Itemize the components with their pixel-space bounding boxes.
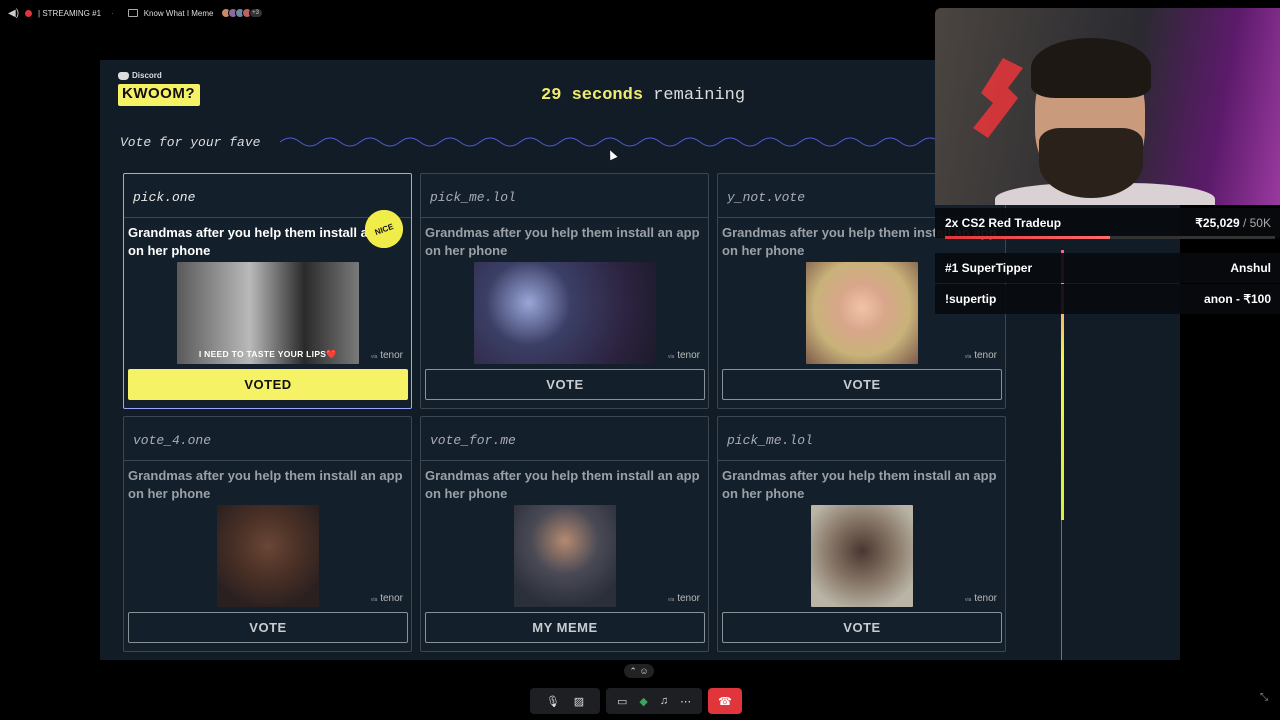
tenor-attribution: via tenor — [668, 593, 700, 604]
game-logo: KWOOM? — [118, 84, 200, 106]
voted-button[interactable]: VOTED — [128, 369, 408, 400]
tenor-attribution: via tenor — [965, 350, 997, 361]
my-meme-button[interactable]: MY MEME — [425, 612, 705, 643]
vote-heading: Vote for your fave — [120, 135, 261, 150]
brand: Discord KWOOM? — [118, 71, 200, 106]
tenor-via: via — [371, 354, 378, 360]
supertip-value: anon - ₹100 — [1204, 292, 1271, 306]
meme-card[interactable]: pick_me.lol Grandmas after you help them… — [420, 173, 709, 409]
participants-toggle[interactable]: ⌃ ☺ — [624, 664, 654, 678]
top-tipper-label: #1 SuperTipper — [945, 261, 1033, 275]
vote-button[interactable]: VOTE — [425, 369, 705, 400]
card-username: vote_4.one — [133, 433, 212, 448]
tenor-via: via — [965, 354, 972, 360]
overlay-accent-line — [1061, 520, 1062, 660]
streamer-hair — [1031, 38, 1151, 98]
meme-card[interactable]: pick_me.lol Grandmas after you help them… — [717, 416, 1006, 652]
timer-remaining: remaining — [653, 86, 746, 105]
countdown-timer: 29 seconds remaining — [541, 86, 745, 105]
tenor-via: via — [965, 597, 972, 603]
tenor-label: tenor — [677, 593, 700, 604]
streamer-beard — [1039, 128, 1143, 198]
volume-icon[interactable]: ◀) — [8, 8, 19, 19]
activity-icon — [127, 9, 138, 17]
goal-progress-fill — [945, 236, 1110, 239]
more-icon[interactable]: ⋯ — [680, 695, 691, 708]
tenor-via: via — [668, 354, 675, 360]
goal-target: / 50K — [1242, 216, 1271, 230]
fullscreen-icon[interactable]: ⤡ — [1260, 692, 1268, 703]
tenor-attribution: via tenor — [371, 593, 403, 604]
meme-gif — [217, 505, 319, 607]
participant-avatars[interactable]: +3 — [220, 8, 263, 18]
streaming-label: | STREAMING #1 — [38, 8, 102, 18]
share-controls: ▭ ◆ ♫ ⋯ — [606, 688, 702, 714]
card-username: pick_me.lol — [727, 433, 813, 448]
activities-icon[interactable]: ◆ — [639, 695, 647, 708]
tenor-label: tenor — [974, 593, 997, 604]
platform-name: Discord — [132, 71, 162, 80]
mic-icon[interactable]: 🎙︎ — [546, 695, 560, 708]
vote-button[interactable]: VOTE — [722, 612, 1002, 643]
card-divider — [421, 217, 708, 218]
goal-amount-group: ₹25,029 / 50K — [1195, 216, 1271, 230]
card-caption: Grandmas after you help them install an … — [128, 468, 403, 501]
goal-name: 2x CS2 Red Tradeup — [945, 216, 1062, 230]
tenor-label: tenor — [380, 350, 403, 361]
call-controls: ⌃ ☺ 🎙︎ ▨ ▭ ◆ ♫ ⋯ ☎ ⤡ — [0, 660, 1280, 720]
meme-card[interactable]: vote_for.me Grandmas after you help them… — [420, 416, 709, 652]
top-tipper-panel: #1 SuperTipper Anshul — [935, 253, 1280, 283]
end-call-icon[interactable]: ☎ — [708, 688, 742, 714]
activity-label[interactable]: Know What I Meme — [144, 9, 214, 18]
tenor-attribution: via tenor — [965, 593, 997, 604]
timer-number: 29 — [541, 86, 562, 105]
card-username: vote_for.me — [430, 433, 516, 448]
tenor-label: tenor — [974, 350, 997, 361]
supertip-panel: !supertip anon - ₹100 — [935, 284, 1280, 314]
card-username: pick_me.lol — [430, 190, 516, 205]
vote-button[interactable]: VOTE — [128, 612, 408, 643]
soundboard-icon[interactable]: ♫ — [660, 695, 668, 707]
card-divider — [421, 460, 708, 461]
discord-label: Discord — [118, 71, 200, 80]
meme-gif — [806, 262, 918, 364]
live-dot-icon — [25, 9, 33, 17]
more-participants-count: +3 — [248, 8, 263, 18]
meme-card[interactable]: vote_4.one Grandmas after you help them … — [123, 416, 412, 652]
tenor-via: via — [371, 597, 378, 603]
card-caption: Grandmas after you help them install an … — [722, 468, 997, 501]
tenor-attribution: via tenor — [371, 350, 403, 361]
meme-gif: I NEED TO TASTE YOUR LIPS❤️ — [177, 262, 359, 364]
meme-card[interactable]: pick.one Grandmas after you help them in… — [123, 173, 412, 409]
meme-gif — [474, 262, 656, 364]
goal-panel: 2x CS2 Red Tradeup ₹25,029 / 50K — [935, 208, 1280, 238]
meme-gif — [514, 505, 616, 607]
tenor-label: tenor — [380, 593, 403, 604]
camera-off-icon[interactable]: ▨ — [574, 695, 584, 708]
goal-amount: ₹25,029 — [1195, 216, 1240, 230]
card-divider — [124, 460, 411, 461]
tenor-via: via — [668, 597, 675, 603]
supertip-label: !supertip — [945, 292, 997, 306]
streamer-webcam — [935, 8, 1280, 205]
card-caption: Grandmas after you help them install an … — [425, 225, 700, 258]
separator: · — [111, 8, 114, 18]
card-caption: Grandmas after you help them install an … — [425, 468, 700, 501]
timer-seconds: seconds — [571, 86, 644, 105]
av-controls: 🎙︎ ▨ — [530, 688, 600, 714]
card-username: pick.one — [133, 190, 196, 205]
red-logo-icon — [973, 58, 1023, 138]
discord-icon — [118, 71, 129, 80]
meme-overlay-text: I NEED TO TASTE YOUR LIPS❤️ — [198, 349, 338, 359]
vote-button[interactable]: VOTE — [722, 369, 1002, 400]
tenor-label: tenor — [677, 350, 700, 361]
tenor-attribution: via tenor — [668, 350, 700, 361]
top-tipper-name: Anshul — [1230, 261, 1271, 275]
meme-gif — [811, 505, 913, 607]
card-divider — [718, 460, 1005, 461]
card-username: y_not.vote — [727, 190, 806, 205]
screen-share-icon[interactable]: ▭ — [617, 695, 627, 708]
wave-divider — [280, 137, 940, 147]
goal-progress-bar — [945, 236, 1275, 239]
